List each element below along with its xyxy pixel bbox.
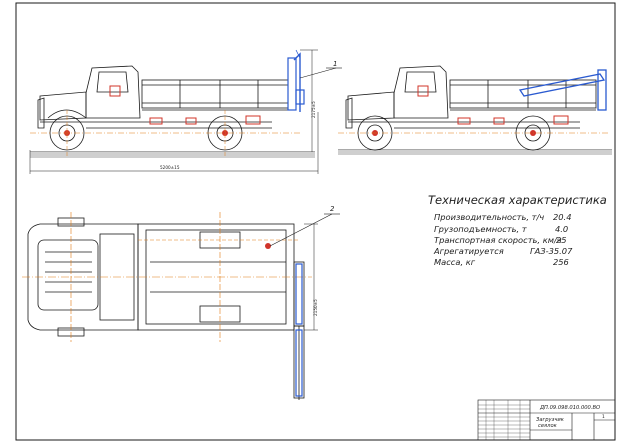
- callout-2-label: 2: [330, 205, 335, 213]
- truck-side-view-left: [30, 49, 315, 158]
- dim-height-label: 2175±5: [311, 101, 316, 118]
- dim-length-label: 5200±15: [160, 165, 180, 170]
- spec-label-mass: Масса, кг: [434, 257, 476, 267]
- spec-title: Техническая характеристика: [428, 193, 607, 207]
- spec-value-productivity: 20.4: [553, 212, 571, 222]
- dimension-overall-length: 5200±15: [29, 112, 319, 174]
- stamp-doc-code: ДП.09.098.010.000.ВО: [539, 405, 600, 411]
- truck-plan-view: [27, 217, 305, 400]
- dim-width-label: 2150±5: [313, 299, 318, 316]
- callout-1-label: 1: [333, 60, 337, 68]
- callout-1: 1: [299, 60, 342, 79]
- spec-label-aggregated: Агрегатируется: [433, 246, 504, 256]
- spec-value-speed: 25: [556, 235, 567, 245]
- truck-left-accents: [30, 52, 301, 158]
- spec-value-mass: 256: [553, 257, 569, 267]
- stamp-sheet: 1: [602, 414, 605, 420]
- assembly-drawing: 1 5200±15 2175±5 2 2150±5 Техническая ха…: [15, 2, 616, 441]
- spec-value-aggregated: ГАЗ-35.07: [530, 246, 573, 256]
- spec-label-speed: Транспортная скорость, км/ч: [434, 235, 562, 245]
- stamp-name-line2: сеялок: [538, 423, 558, 429]
- callout-2: 2: [269, 205, 340, 247]
- spec-block: Техническая характеристика Производитель…: [428, 193, 607, 267]
- spec-value-capacity: 4.0: [555, 224, 568, 234]
- spec-label-productivity: Производительность, т/ч: [434, 212, 544, 222]
- dimension-height: 2175±5: [300, 49, 318, 152]
- spec-label-capacity: Грузоподъемность, т: [434, 224, 528, 234]
